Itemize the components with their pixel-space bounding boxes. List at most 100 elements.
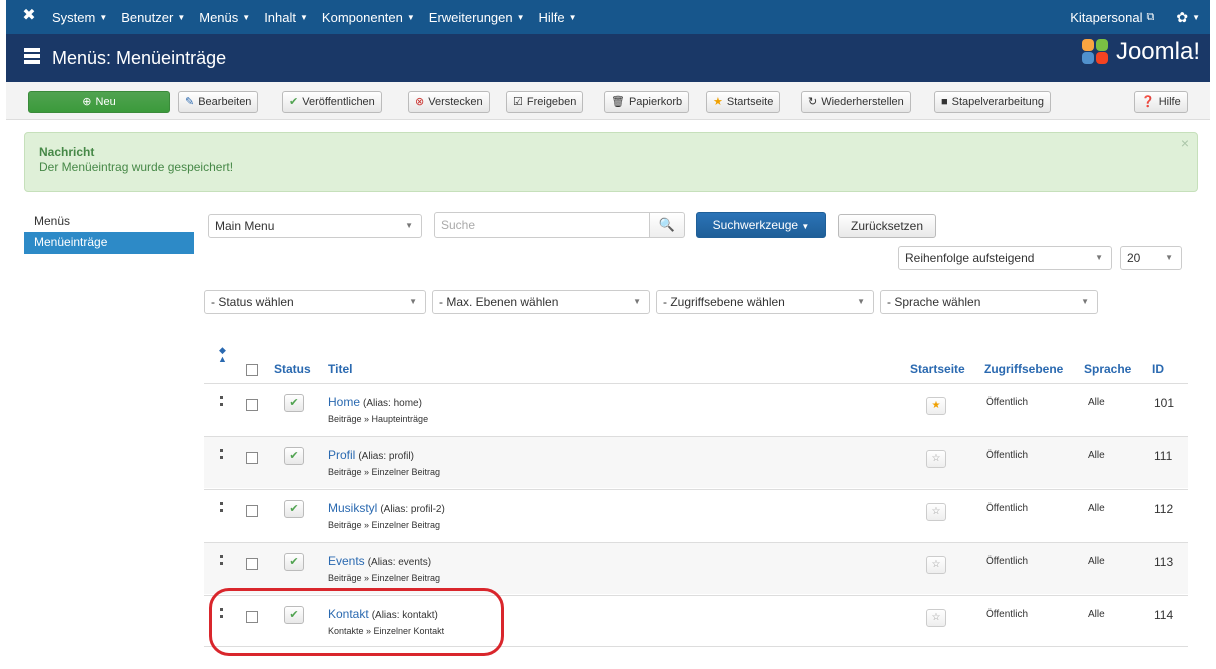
help-button[interactable]: ❓ Hilfe xyxy=(1134,91,1188,113)
ordering-sort-icon[interactable]: ◆ ▲ xyxy=(218,346,227,364)
star-icon[interactable]: ★ xyxy=(926,397,946,415)
rebuild-button[interactable]: ↻ Wiederherstellen xyxy=(801,91,911,113)
item-type: Beiträge » Einzelner Beitrag xyxy=(328,467,441,477)
search-icon[interactable]: 🔍 xyxy=(649,212,685,238)
row-checkbox[interactable] xyxy=(246,452,258,464)
published-check-icon[interactable]: ✔ xyxy=(284,394,304,412)
published-check-icon[interactable]: ✔ xyxy=(284,447,304,465)
trash-icon: 🗑 xyxy=(611,96,625,108)
search-input[interactable]: Suche xyxy=(434,212,650,238)
column-title[interactable]: Titel xyxy=(328,362,352,376)
close-icon[interactable]: × xyxy=(1181,135,1189,151)
item-title-link[interactable]: Kontakt xyxy=(328,607,369,621)
limit-select[interactable]: 20 ▼ xyxy=(1120,246,1182,270)
item-title-link[interactable]: Events xyxy=(328,554,365,568)
ordering-select[interactable]: Reihenfolge aufsteigend ▼ xyxy=(898,246,1112,270)
item-language: Alle xyxy=(1088,556,1105,567)
drag-handle-icon[interactable] xyxy=(220,502,223,512)
drag-handle-icon[interactable] xyxy=(220,555,223,565)
column-access[interactable]: Zugriffsebene xyxy=(984,362,1063,376)
star-outline-icon[interactable]: ☆ xyxy=(926,609,946,627)
edit-button[interactable]: ✎ Bearbeiten xyxy=(178,91,259,113)
success-message: Nachricht Der Menüeintrag wurde gespeich… xyxy=(24,132,1198,192)
item-title-link[interactable]: Profil xyxy=(328,448,355,462)
select-all-checkbox[interactable] xyxy=(246,364,258,376)
joomla-x-icon[interactable]: ✖ xyxy=(20,7,38,25)
gear-icon[interactable]: ✿ ▼ xyxy=(1176,9,1200,26)
row-checkbox[interactable] xyxy=(246,611,258,623)
unpublish-button[interactable]: ⊗ Verstecken xyxy=(408,91,490,113)
row-checkbox[interactable] xyxy=(246,558,258,570)
site-link[interactable]: Kitapersonal xyxy=(1070,10,1142,25)
square-icon: ■ xyxy=(941,96,948,108)
joomla-logo-icon xyxy=(1081,39,1112,65)
column-id[interactable]: ID xyxy=(1152,362,1164,376)
sidebar: Menüs Menüeinträge xyxy=(24,212,194,254)
star-outline-icon[interactable]: ☆ xyxy=(926,556,946,574)
main-menu: System ▼ Benutzer ▼ Menüs ▼ Inhalt ▼ Kompone… xyxy=(52,0,590,34)
reset-button[interactable]: Zurücksetzen xyxy=(838,214,936,238)
menu-menus[interactable]: Menüs ▼ xyxy=(199,10,250,25)
sidebar-item-menus[interactable]: Menüs xyxy=(24,212,194,232)
item-alias: (Alias: events) xyxy=(367,557,432,568)
menu-extensions[interactable]: Erweiterungen ▼ xyxy=(429,10,525,25)
chevron-down-icon: ▼ xyxy=(405,221,413,230)
row-checkbox[interactable] xyxy=(246,505,258,517)
column-home[interactable]: Startseite xyxy=(910,362,965,376)
table-row: ✔ Kontakt (Alias: kontakt) Kontakte » Ein… xyxy=(204,595,1188,647)
item-access: Öffentlich xyxy=(986,503,1029,514)
levels-filter[interactable]: - Max. Ebenen wählen ▼ xyxy=(432,290,650,314)
column-status[interactable]: Status xyxy=(274,362,311,376)
sidebar-item-menu-items[interactable]: Menüeinträge xyxy=(24,232,194,254)
search-tools-button[interactable]: Suchwerkzeuge ▼ xyxy=(696,212,826,238)
refresh-icon: ↻ xyxy=(808,96,818,108)
item-alias: (Alias: profil-2) xyxy=(380,504,445,515)
item-language: Alle xyxy=(1088,503,1105,514)
edit-icon: ✎ xyxy=(185,96,195,108)
star-icon: ★ xyxy=(713,96,723,108)
page-header: Menüs: Menüeinträge Joomla! xyxy=(6,34,1210,82)
message-heading: Nachricht xyxy=(39,145,95,159)
drag-handle-icon[interactable] xyxy=(220,396,223,406)
published-check-icon[interactable]: ✔ xyxy=(284,553,304,571)
new-button[interactable]: ⊕ Neu xyxy=(28,91,170,113)
message-text: Der Menüeintrag wurde gespeichert! xyxy=(39,160,234,174)
item-type: Kontakte » Einzelner Kontakt xyxy=(328,626,445,636)
external-link-icon[interactable]: ⧉ xyxy=(1146,11,1154,24)
status-filter[interactable]: - Status wählen ▼ xyxy=(204,290,426,314)
row-checkbox[interactable] xyxy=(246,399,258,411)
item-id: 113 xyxy=(1154,555,1174,569)
table-row: ✔ Profil (Alias: profil) Beiträge » Einze… xyxy=(204,436,1188,488)
plus-circle-icon: ⊕ xyxy=(82,96,92,108)
menu-help[interactable]: Hilfe ▼ xyxy=(539,10,577,25)
star-outline-icon[interactable]: ☆ xyxy=(926,450,946,468)
publish-button[interactable]: ✔ Veröffentlichen xyxy=(282,91,382,113)
question-icon: ❓ xyxy=(1141,96,1155,108)
checkin-button[interactable]: ☑ Freigeben xyxy=(506,91,584,113)
language-filter[interactable]: - Sprache wählen ▼ xyxy=(880,290,1098,314)
drag-handle-icon[interactable] xyxy=(220,608,223,618)
menu-system[interactable]: System ▼ xyxy=(52,10,107,25)
column-language[interactable]: Sprache xyxy=(1084,362,1131,376)
chevron-down-icon: ▼ xyxy=(857,297,865,306)
chevron-down-icon: ▼ xyxy=(1165,253,1173,262)
menu-select[interactable]: Main Menu ▼ xyxy=(208,214,422,238)
access-filter[interactable]: - Zugriffsebene wählen ▼ xyxy=(656,290,874,314)
toolbar: ⊕ Neu ✎ Bearbeiten ✔ Veröffentlichen ⊗ Verst… xyxy=(6,82,1210,120)
published-check-icon[interactable]: ✔ xyxy=(284,500,304,518)
home-button[interactable]: ★ Startseite xyxy=(706,91,781,113)
item-access: Öffentlich xyxy=(986,609,1029,620)
menu-components[interactable]: Komponenten ▼ xyxy=(322,10,415,25)
trash-button[interactable]: 🗑 Papierkorb xyxy=(604,91,690,113)
menu-content[interactable]: Inhalt ▼ xyxy=(264,10,308,25)
menu-users[interactable]: Benutzer ▼ xyxy=(121,10,185,25)
published-check-icon[interactable]: ✔ xyxy=(284,606,304,624)
batch-button[interactable]: ■ Stapelverarbeitung xyxy=(934,91,1051,113)
drag-handle-icon[interactable] xyxy=(220,449,223,459)
item-title-link[interactable]: Home xyxy=(328,395,360,409)
item-id: 114 xyxy=(1154,608,1174,622)
item-language: Alle xyxy=(1088,450,1105,461)
star-outline-icon[interactable]: ☆ xyxy=(926,503,946,521)
item-title-link[interactable]: Musikstyl xyxy=(328,501,377,515)
check-icon: ✔ xyxy=(289,96,299,108)
